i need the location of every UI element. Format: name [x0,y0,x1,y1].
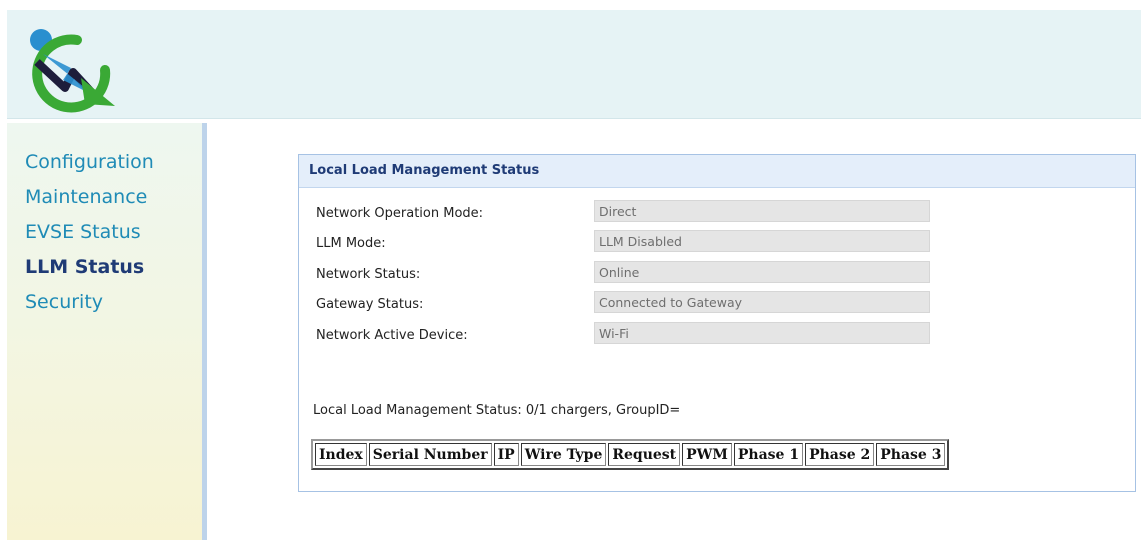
column-header-ip: IP [493,443,519,466]
network-operation-mode-row: Network Operation Mode: [316,200,956,226]
gateway-status-label: Gateway Status: [316,297,424,312]
table-header-row: Index Serial Number IP Wire Type Request… [315,443,946,466]
sidebar-item-llm-status[interactable]: LLM Status [25,250,154,285]
network-active-device-label: Network Active Device: [316,328,468,343]
sidebar-item-configuration[interactable]: Configuration [25,145,154,180]
network-active-device-field[interactable] [594,322,930,344]
gateway-status-row: Gateway Status: [316,291,956,317]
llm-summary-text: Local Load Management Status: 0/1 charge… [313,403,681,418]
sidebar-nav: Configuration Maintenance EVSE Status LL… [25,145,154,320]
panel-title: Local Load Management Status [299,155,1135,188]
llm-mode-field[interactable] [594,230,930,252]
column-header-request: Request [608,443,681,466]
llm-status-panel: Local Load Management Status Network Ope… [298,154,1136,492]
network-active-device-row: Network Active Device: [316,322,956,348]
network-operation-mode-label: Network Operation Mode: [316,206,484,221]
sidebar-item-evse-status[interactable]: EVSE Status [25,215,154,250]
column-header-index: Index [315,443,367,466]
sidebar: Configuration Maintenance EVSE Status LL… [7,123,207,540]
sidebar-item-security[interactable]: Security [25,285,154,320]
charger-table: Index Serial Number IP Wire Type Request… [311,439,950,470]
column-header-wire-type: Wire Type [520,443,607,466]
column-header-pwm: PWM [682,443,732,466]
header-banner [7,10,1141,119]
sidebar-item-maintenance[interactable]: Maintenance [25,180,154,215]
column-header-phase-1: Phase 1 [733,443,804,466]
llm-mode-label: LLM Mode: [316,236,386,251]
network-status-label: Network Status: [316,267,421,282]
llm-mode-row: LLM Mode: [316,230,956,256]
gateway-status-field[interactable] [594,291,930,313]
column-header-phase-2: Phase 2 [805,443,875,466]
network-status-field[interactable] [594,261,930,283]
network-status-row: Network Status: [316,261,956,287]
network-operation-mode-field[interactable] [594,200,930,222]
column-header-serial-number: Serial Number [368,443,492,466]
column-header-phase-3: Phase 3 [876,443,946,466]
brand-logo-icon [30,29,115,113]
